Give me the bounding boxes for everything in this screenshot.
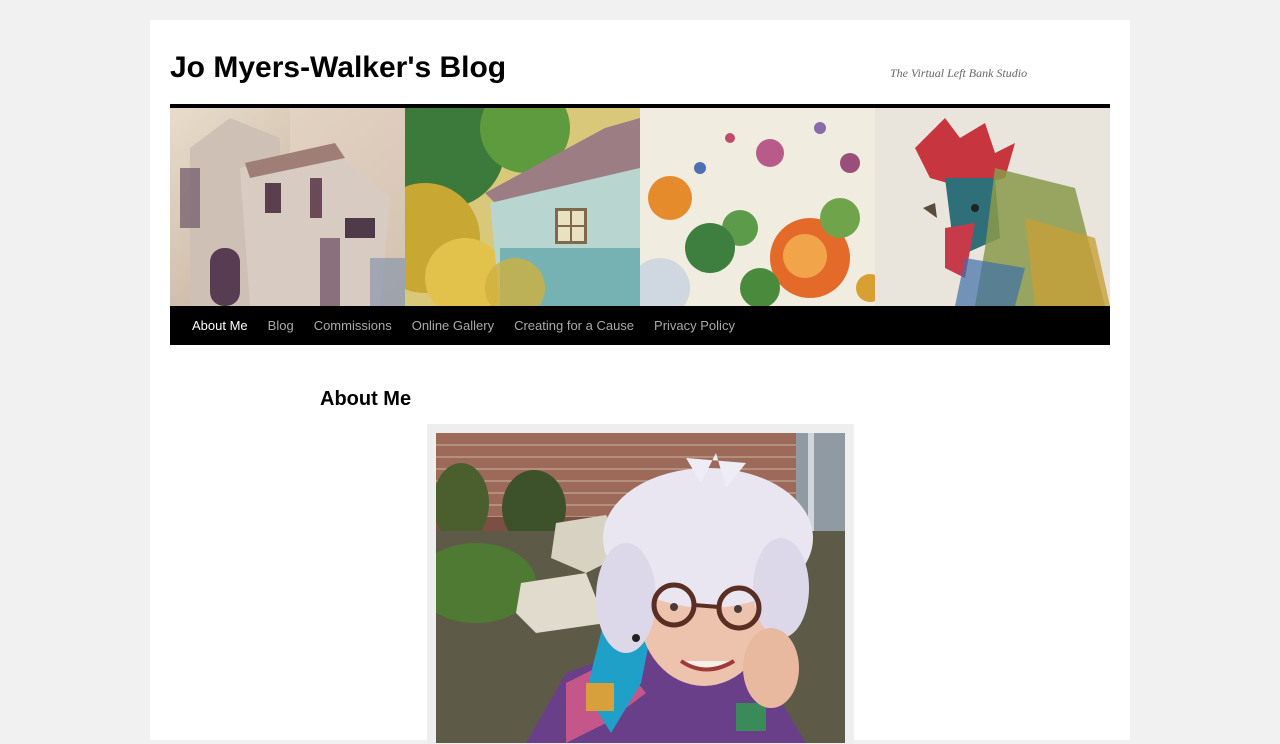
banner-image-church [170,108,405,306]
banner-image-rooster [875,108,1110,306]
banner-image-cottage [405,108,640,306]
photo-frame [427,424,854,744]
menu-item-blog[interactable]: Blog [258,306,304,345]
portrait-photo [436,433,845,743]
banner-image-flowers [640,108,875,306]
main-menu: About Me Blog Commissions Online Gallery… [170,306,1110,345]
page-wrapper: Jo Myers-Walker's Blog The Virtual Left … [150,20,1130,744]
menu-item-creating-for-a-cause[interactable]: Creating for a Cause [504,306,644,345]
menu-item-privacy-policy[interactable]: Privacy Policy [644,306,745,345]
page-title: About Me [320,388,412,410]
menu-item-commissions[interactable]: Commissions [304,306,402,345]
site-description: The Virtual Left Bank Studio [890,66,1028,80]
menu-item-about-me[interactable]: About Me [170,306,258,345]
menu-item-online-gallery[interactable]: Online Gallery [402,306,504,345]
header-banner [170,108,1110,306]
site-title[interactable]: Jo Myers-Walker's Blog [170,50,506,86]
